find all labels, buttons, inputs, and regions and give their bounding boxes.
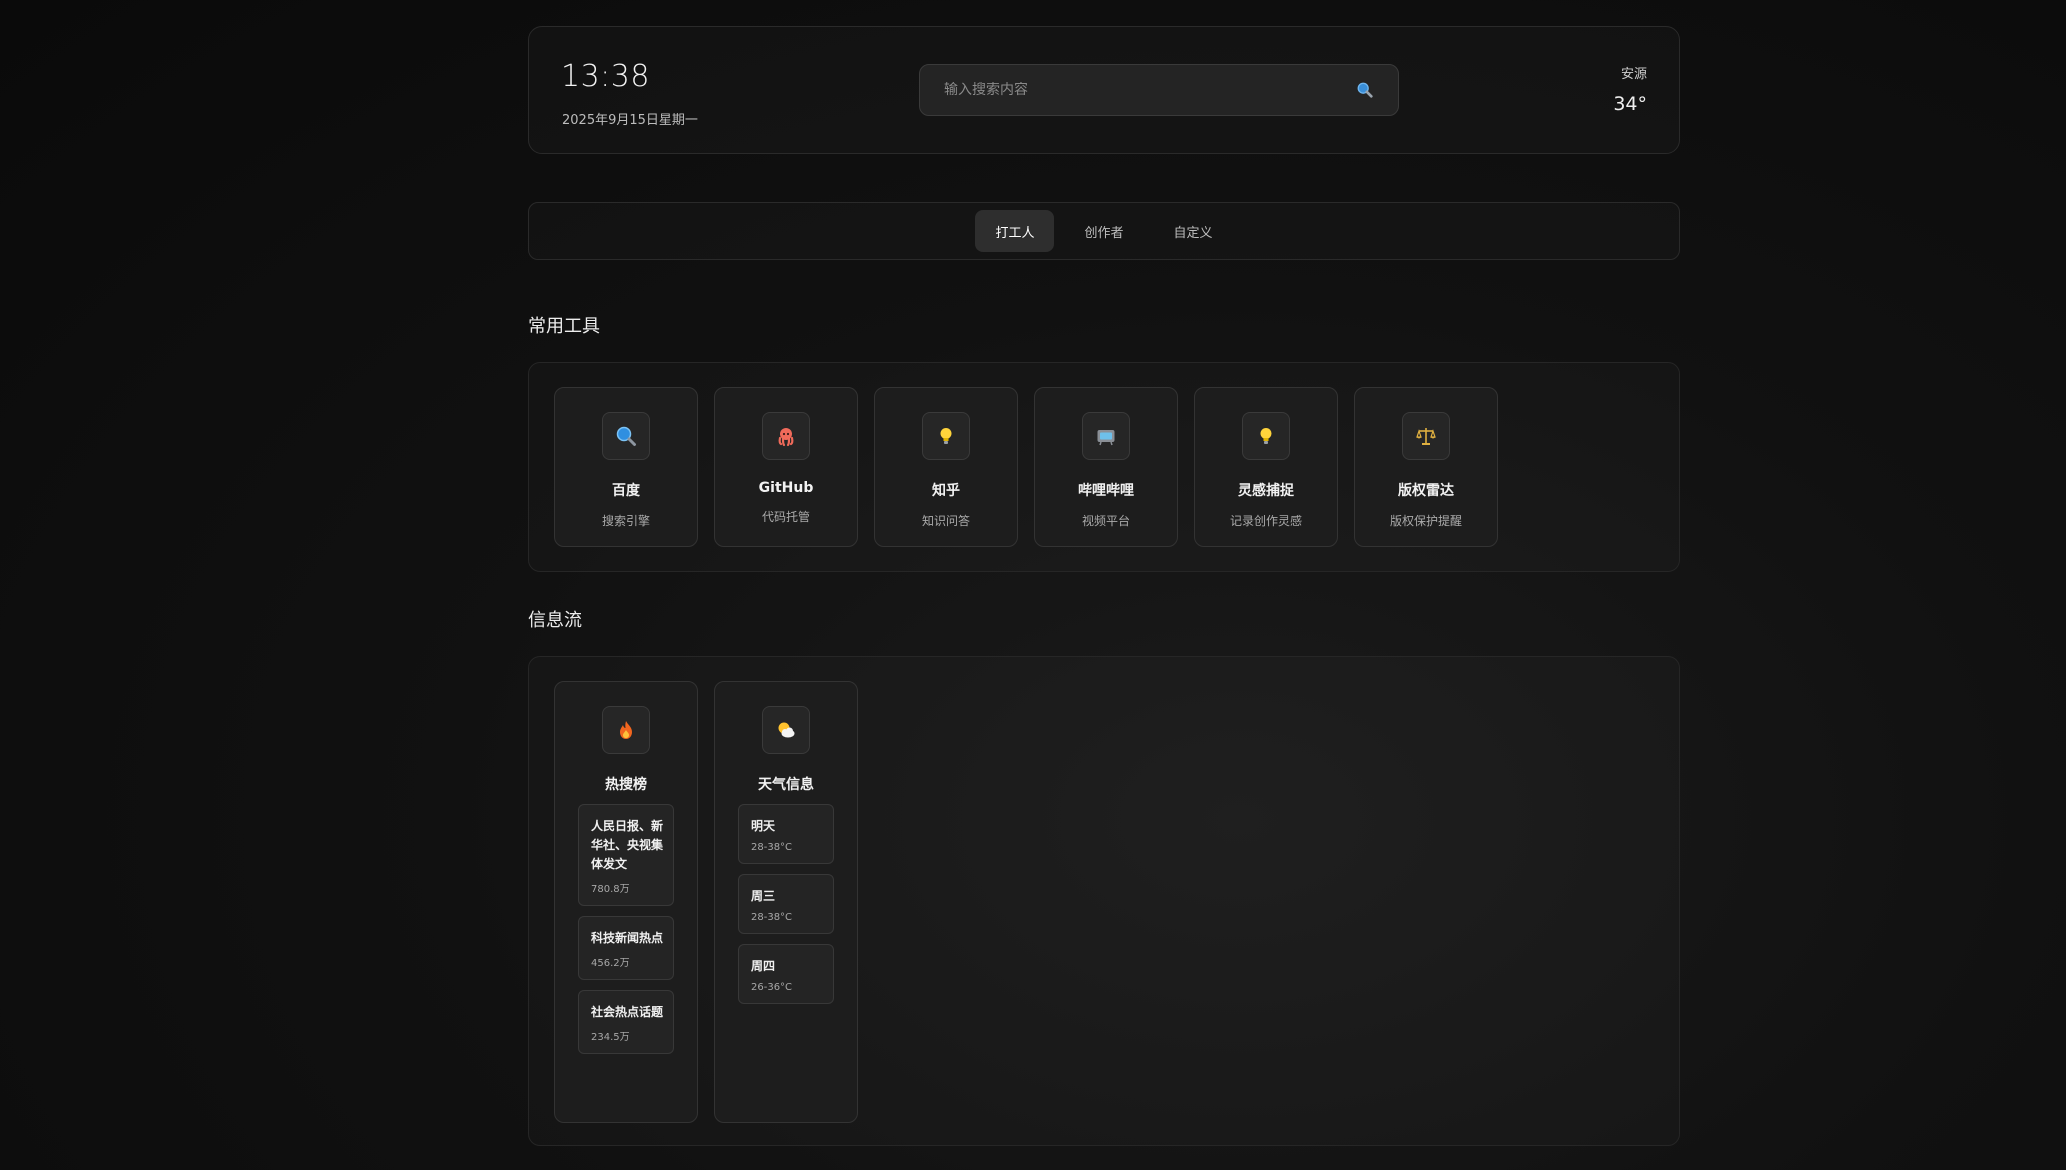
weather-city: 安源: [1620, 67, 1647, 82]
tool-card-github[interactable]: GitHub 代码托管: [714, 387, 858, 547]
forecast-item[interactable]: 明天 28-38°C: [738, 804, 834, 864]
tab-custom[interactable]: 自定义: [1154, 210, 1233, 252]
tools-panel: 百度 搜索引擎 GitHub 代码托管 知乎 知识问答 哔哩哔哩 视频平台 灵感…: [528, 362, 1680, 572]
feed-panel: 热搜榜 人民日报、新华社、央视集体发文 780.8万 科技新闻热点 456.2万…: [528, 656, 1680, 1146]
forecast-item[interactable]: 周四 26-36°C: [738, 944, 834, 1004]
tool-card-inspiration[interactable]: 灵感捕捉 记录创作灵感: [1194, 387, 1338, 547]
hot-search-item-count: 234.5万: [591, 1032, 630, 1043]
hot-search-item-title: 人民日报、新华社、央视集体发文: [591, 819, 664, 871]
tool-card-zhihu[interactable]: 知乎 知识问答: [874, 387, 1018, 547]
tool-name: 版权雷达: [1398, 483, 1454, 499]
hot-search-title: 热搜榜: [605, 777, 647, 793]
hot-search-item-count: 456.2万: [591, 958, 630, 969]
tv-icon: [1082, 412, 1130, 460]
forecast-day: 周三: [751, 889, 776, 903]
forecast-day: 明天: [751, 819, 776, 833]
tool-name: GitHub: [758, 480, 814, 496]
tool-name: 哔哩哔哩: [1078, 483, 1134, 499]
tool-desc: 代码托管: [761, 510, 810, 524]
header-panel: 13:38 2025年9月15日星期一 安源 34°: [528, 26, 1680, 154]
tool-card-copyright[interactable]: 版权雷达 版权保护提醒: [1354, 387, 1498, 547]
tool-name: 灵感捕捉: [1238, 483, 1294, 499]
sun-cloud-icon: [762, 706, 810, 754]
hot-search-item[interactable]: 科技新闻热点 456.2万: [578, 916, 674, 980]
tool-desc: 知识问答: [921, 514, 970, 528]
page: 13:38 2025年9月15日星期一 安源 34° 打工人 创作者 自定义 常…: [528, 26, 1680, 1146]
fire-icon: [602, 706, 650, 754]
tools-section-title: 常用工具: [528, 316, 600, 337]
tab-creator[interactable]: 创作者: [1064, 210, 1143, 252]
hot-search-list: 人民日报、新华社、央视集体发文 780.8万 科技新闻热点 456.2万 社会热…: [578, 804, 674, 1054]
magnifier-icon: [602, 412, 650, 460]
forecast-range: 26-36°C: [751, 982, 793, 993]
lightbulb-icon: [1242, 412, 1290, 460]
lightbulb-icon: [922, 412, 970, 460]
octopus-icon: [762, 412, 810, 460]
weather-temperature: 34°: [1613, 93, 1647, 115]
clock-time: 13:38: [561, 59, 650, 94]
category-tabs: 打工人 创作者 自定义: [528, 202, 1680, 260]
forecast-range: 28-38°C: [751, 842, 793, 853]
tool-name: 知乎: [932, 483, 960, 499]
weather-card-title: 天气信息: [758, 777, 814, 793]
tool-card-baidu[interactable]: 百度 搜索引擎: [554, 387, 698, 547]
tool-desc: 搜索引擎: [601, 514, 650, 528]
search-box[interactable]: [919, 64, 1399, 116]
forecast-item[interactable]: 周三 28-38°C: [738, 874, 834, 934]
tool-desc: 版权保护提醒: [1389, 514, 1462, 528]
hot-search-item-count: 780.8万: [591, 884, 630, 895]
tool-desc: 记录创作灵感: [1229, 514, 1302, 528]
hot-search-card: 热搜榜 人民日报、新华社、央视集体发文 780.8万 科技新闻热点 456.2万…: [554, 681, 698, 1123]
forecast-range: 28-38°C: [751, 912, 793, 923]
hot-search-item[interactable]: 人民日报、新华社、央视集体发文 780.8万: [578, 804, 674, 906]
hot-search-item[interactable]: 社会热点话题 234.5万: [578, 990, 674, 1054]
search-input[interactable]: [944, 82, 1356, 98]
hot-search-item-title: 科技新闻热点: [591, 931, 664, 945]
forecast-day: 周四: [751, 959, 776, 973]
weather-forecast-list: 明天 28-38°C 周三 28-38°C 周四 26-36°C: [738, 804, 834, 1004]
feed-section-title: 信息流: [528, 610, 582, 631]
tool-name: 百度: [612, 483, 640, 499]
tool-desc: 视频平台: [1081, 514, 1130, 528]
scales-icon: [1402, 412, 1450, 460]
tab-worker[interactable]: 打工人: [975, 210, 1055, 252]
weather-card: 天气信息 明天 28-38°C 周三 28-38°C 周四 26-36°C: [714, 681, 858, 1123]
tool-card-bilibili[interactable]: 哔哩哔哩 视频平台: [1034, 387, 1178, 547]
search-icon[interactable]: [1356, 81, 1374, 99]
hot-search-item-title: 社会热点话题: [591, 1005, 664, 1019]
clock-date: 2025年9月15日星期一: [562, 113, 698, 128]
